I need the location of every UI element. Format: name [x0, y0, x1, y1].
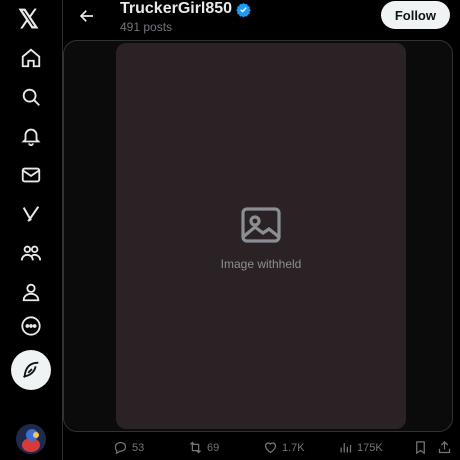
repost-button[interactable]: 69	[188, 440, 219, 455]
views-button[interactable]: 175K	[338, 440, 383, 455]
reply-button[interactable]: 53	[113, 440, 144, 455]
nav-rail: 𝕏	[0, 0, 63, 460]
like-button[interactable]: 1.7K	[263, 440, 305, 455]
bookmark-button[interactable]	[413, 440, 428, 455]
post-count: 491 posts	[120, 20, 173, 34]
view-count: 175K	[357, 441, 383, 454]
verified-badge-icon	[236, 2, 251, 17]
feather-icon	[23, 361, 39, 378]
account-name[interactable]: TruckerGirl850	[120, 0, 232, 18]
profile-header: TruckerGirl850 491 posts Follow	[63, 0, 460, 40]
bell-icon[interactable]	[19, 124, 43, 148]
bookmark-icon	[416, 441, 425, 455]
account-avatar[interactable]	[16, 424, 46, 454]
follow-button[interactable]: Follow	[380, 1, 450, 29]
views-icon	[340, 443, 352, 453]
home-icon[interactable]	[19, 46, 43, 70]
media-viewer: Image withheld	[63, 40, 453, 432]
communities-icon[interactable]	[19, 241, 43, 265]
mail-icon[interactable]	[19, 163, 43, 187]
compose-button[interactable]	[11, 350, 51, 390]
repost-icon	[190, 441, 201, 454]
search-icon[interactable]	[19, 85, 43, 109]
like-count: 1.7K	[282, 441, 305, 454]
more-icon[interactable]	[19, 314, 43, 338]
post-image[interactable]: Image withheld	[116, 43, 406, 429]
x-logo[interactable]: 𝕏	[18, 4, 39, 35]
image-icon	[241, 207, 281, 243]
repost-count: 69	[207, 441, 220, 454]
image-placeholder-text: Image withheld	[220, 257, 302, 271]
share-button[interactable]	[437, 440, 452, 455]
profile-icon[interactable]	[19, 280, 43, 304]
heart-icon	[264, 442, 277, 454]
share-icon	[438, 440, 451, 454]
reply-icon	[114, 441, 127, 455]
account-name-row: TruckerGirl850	[120, 0, 251, 18]
engagement-bar: 53 69 1.7K 175K	[63, 434, 460, 460]
grok-icon[interactable]	[19, 202, 43, 226]
reply-count: 53	[132, 441, 145, 454]
back-arrow-icon[interactable]	[77, 6, 97, 26]
